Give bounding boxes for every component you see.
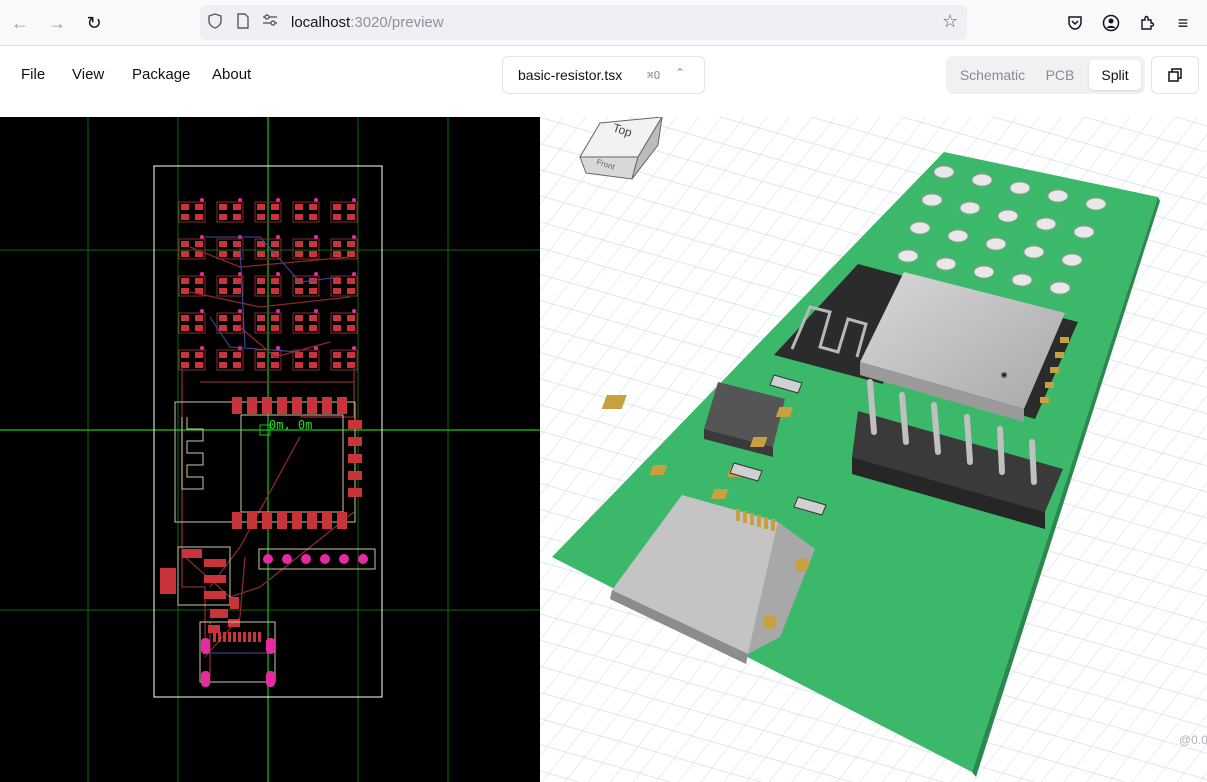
toggle-split[interactable]: Split	[1089, 60, 1141, 90]
app-header: File View Package About basic-resistor.t…	[0, 46, 1207, 117]
file-shortcut: ⌘O	[647, 69, 661, 82]
view-toggle: Schematic PCB Split	[946, 56, 1145, 94]
viewer-watermark: @0.0	[1179, 733, 1207, 747]
led-3d	[973, 265, 995, 279]
led-3d	[1011, 273, 1033, 287]
led-footprint	[178, 235, 206, 260]
led-footprint	[216, 272, 244, 297]
led-3d	[935, 257, 957, 271]
led-footprint	[178, 309, 206, 334]
toggle-pcb[interactable]: PCB	[1036, 60, 1084, 90]
led-3d	[947, 229, 969, 243]
permissions-icon[interactable]	[262, 13, 278, 31]
led-footprint	[292, 346, 320, 371]
toggle-schematic[interactable]: Schematic	[952, 60, 1033, 90]
led-3d	[1035, 217, 1057, 231]
menu-package[interactable]: Package	[132, 66, 190, 83]
open-new-icon	[1168, 68, 1182, 82]
led-3d	[997, 209, 1019, 223]
extensions-icon[interactable]	[1133, 9, 1161, 37]
esp-module-outline	[174, 401, 356, 523]
led-3d	[933, 165, 955, 179]
pocket-icon[interactable]	[1061, 9, 1089, 37]
led-3d	[985, 237, 1007, 251]
led-footprint	[292, 272, 320, 297]
star-icon[interactable]: ☆	[942, 11, 958, 32]
usbc-shield-pads	[201, 638, 275, 687]
regulator-pads	[160, 549, 240, 633]
file-name: basic-resistor.tsx	[518, 67, 623, 83]
led-footprint	[178, 346, 206, 371]
led-3d	[1023, 245, 1045, 259]
url-path: :3020/preview	[350, 14, 444, 31]
reload-icon[interactable]: ↻	[80, 9, 108, 37]
component-label: 0m, 0m	[269, 418, 312, 432]
led-footprint	[292, 198, 320, 223]
led-3d	[1085, 197, 1107, 211]
fullscreen-button[interactable]	[1151, 56, 1199, 94]
led-3d	[1049, 281, 1071, 295]
hamburger-menu-icon[interactable]: ≡	[1169, 9, 1197, 37]
led-footprint	[330, 272, 358, 297]
3d-viewer[interactable]: ◉ Top Front @0.0	[540, 117, 1207, 782]
pcb-viewer[interactable]: 0m, 0m	[0, 117, 540, 782]
pin-header-pads	[263, 554, 368, 564]
led-footprint	[178, 198, 206, 223]
forward-arrow-icon[interactable]: →	[43, 9, 71, 37]
led-footprint	[330, 235, 358, 260]
led-footprint	[330, 346, 358, 371]
led-3d	[921, 193, 943, 207]
led-3d	[1073, 225, 1095, 239]
menu-file[interactable]: File	[21, 66, 45, 83]
menu-about[interactable]: About	[212, 66, 251, 83]
account-icon[interactable]	[1097, 9, 1125, 37]
url-bar[interactable]: localhost:3020/preview ☆	[200, 5, 967, 40]
led-3d	[897, 249, 919, 263]
led-footprint	[216, 309, 244, 334]
browser-toolbar: ← → ↻ localhost:3020/preview ☆ ≡	[0, 0, 1207, 46]
3d-canvas[interactable]: ◉ Top Front	[540, 117, 1207, 782]
led-3d	[1009, 181, 1031, 195]
led-3d	[909, 221, 931, 235]
led-footprint	[216, 198, 244, 223]
led-footprint	[292, 235, 320, 260]
led-footprint	[330, 309, 358, 334]
led-3d	[1047, 189, 1069, 203]
menu-view[interactable]: View	[72, 66, 104, 83]
pcb-canvas[interactable]: 0m, 0m	[0, 117, 540, 782]
led-3d	[959, 201, 981, 215]
file-selector[interactable]: basic-resistor.tsx ⌘O ⌃	[502, 56, 705, 94]
chevron-updown-icon: ⌃	[675, 66, 686, 80]
url-host: localhost	[291, 14, 351, 31]
led-footprint	[292, 309, 320, 334]
led-3d	[971, 173, 993, 187]
shield-icon[interactable]	[208, 13, 222, 33]
led-footprint	[216, 346, 244, 371]
led-footprint	[330, 198, 358, 223]
usbc-pads	[213, 632, 261, 642]
led-footprint	[216, 235, 244, 260]
page-icon	[237, 13, 249, 33]
led-3d	[1061, 253, 1083, 267]
url-text[interactable]: localhost:3020/preview	[291, 14, 444, 31]
back-arrow-icon[interactable]: ←	[6, 9, 34, 37]
